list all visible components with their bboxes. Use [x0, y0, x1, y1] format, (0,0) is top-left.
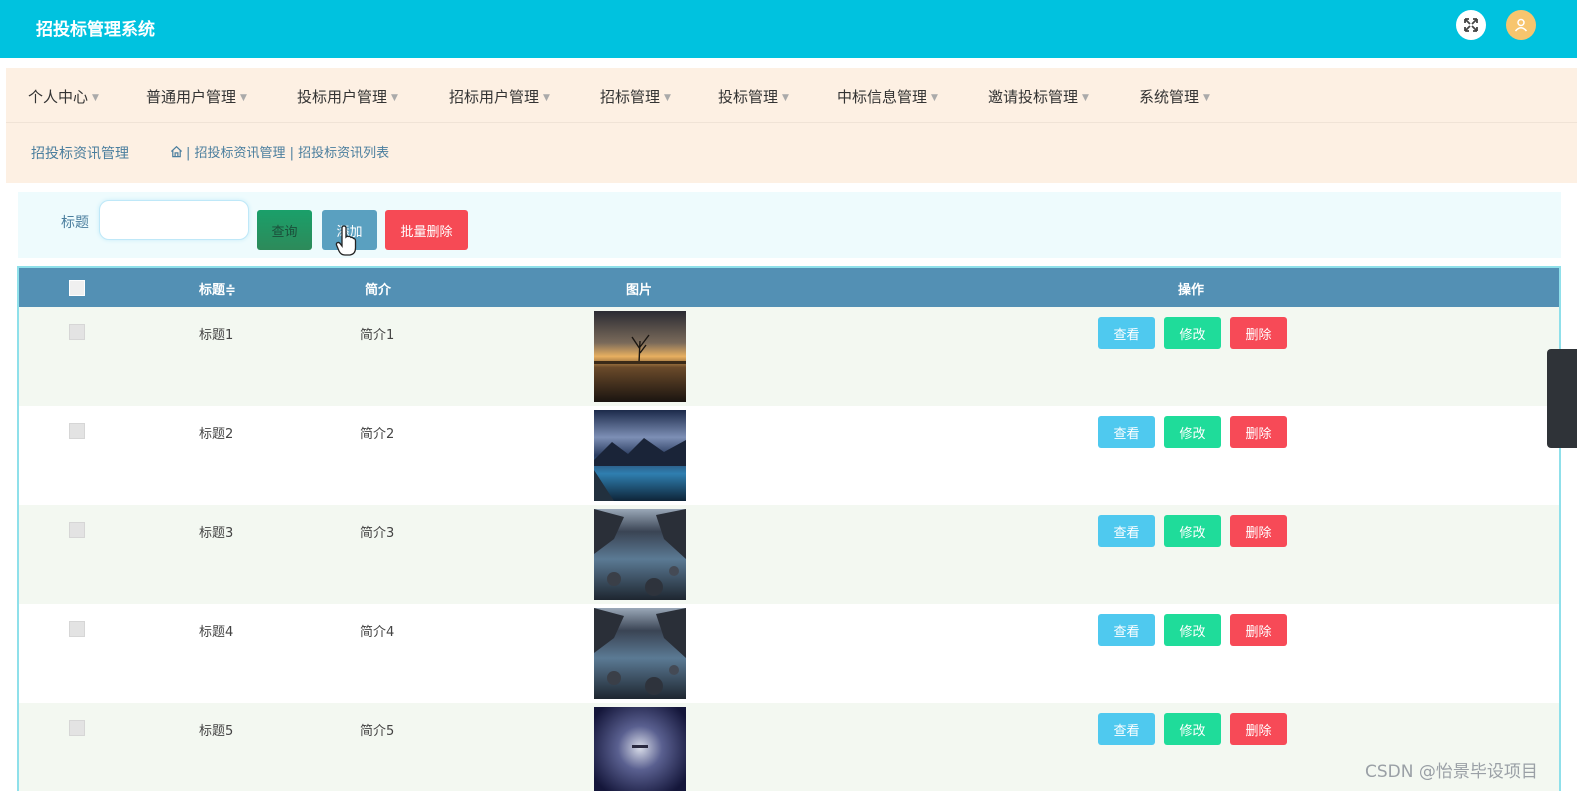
column-header-title[interactable]: 标题≑ [199, 279, 236, 298]
row-image-sunset-lake[interactable] [594, 311, 686, 402]
nav-system-manage[interactable]: 系统管理 ▼ [1139, 86, 1210, 107]
caret-down-icon: ▼ [664, 92, 671, 103]
main-nav: 个人中心 ▼ 普通用户管理 ▼ 投标用户管理 ▼ 招标用户管理 ▼ 招标管理 ▼ 投标管理… [6, 68, 1577, 123]
hand-cursor-icon [335, 225, 357, 256]
row-intro: 简介5 [360, 724, 395, 739]
row-checkbox[interactable] [69, 621, 85, 637]
query-button[interactable]: 查询 [257, 210, 312, 250]
row-intro: 简介2 [360, 427, 395, 442]
nav-tender-manage[interactable]: 招标管理 ▼ [600, 86, 671, 107]
nav-award-info-manage[interactable]: 中标信息管理 ▼ [837, 86, 938, 107]
caret-down-icon: ▼ [931, 92, 938, 103]
view-button[interactable]: 查看 [1098, 317, 1155, 349]
edit-button[interactable]: 修改 [1164, 416, 1221, 448]
row-image-night-sky[interactable] [594, 707, 686, 791]
table-row: 标题2 简介2 查看 修改 删除 [19, 406, 1559, 505]
edit-button[interactable]: 修改 [1164, 614, 1221, 646]
delete-button[interactable]: 删除 [1230, 317, 1287, 349]
breadcrumb-bar: 招投标资讯管理 | 招投标资讯管理 | 招投标资讯列表 [6, 123, 1577, 183]
app-title: 招投标管理系统 [36, 20, 155, 40]
view-button[interactable]: 查看 [1098, 713, 1155, 745]
nav-tenderer-user-manage[interactable]: 招标用户管理 ▼ [449, 86, 550, 107]
view-button[interactable]: 查看 [1098, 416, 1155, 448]
column-header-image: 图片 [626, 283, 653, 298]
breadcrumb: | 招投标资讯管理 | 招投标资讯列表 [170, 142, 389, 161]
caret-down-icon: ▼ [543, 92, 550, 103]
home-icon[interactable] [170, 145, 183, 158]
row-image-river-rocks[interactable] [594, 608, 686, 699]
caret-down-icon: ▼ [782, 92, 789, 103]
table-row: 标题4 简介4 查看 修改 删除 [19, 604, 1559, 703]
table-row: 标题5 简介5 查看 修改 删除 [19, 703, 1559, 791]
table-header: 标题≑ 简介 图片 操作 [19, 268, 1559, 307]
delete-button[interactable]: 删除 [1230, 416, 1287, 448]
nav-invite-bid-manage[interactable]: 邀请投标管理 ▼ [988, 86, 1089, 107]
row-checkbox[interactable] [69, 423, 85, 439]
caret-down-icon: ▼ [92, 92, 99, 103]
breadcrumb-path[interactable]: | 招投标资讯管理 | 招投标资讯列表 [186, 146, 389, 161]
row-checkbox[interactable] [69, 720, 85, 736]
column-header-intro: 简介 [365, 283, 392, 298]
select-all-checkbox[interactable] [69, 280, 85, 296]
row-title: 标题5 [199, 724, 234, 739]
news-table: 标题≑ 简介 图片 操作 标题1 简介1 查看 修改 删除 标题2 简介2 查看… [17, 266, 1561, 791]
row-image-mountain-lake[interactable] [594, 410, 686, 501]
row-checkbox[interactable] [69, 522, 85, 538]
row-intro: 简介4 [360, 625, 395, 640]
table-row: 标题3 简介3 查看 修改 删除 [19, 505, 1559, 604]
side-panel-toggle[interactable] [1547, 349, 1577, 448]
caret-down-icon: ▼ [240, 92, 247, 103]
row-title: 标题3 [199, 526, 234, 541]
search-panel: 标题 查询 添加 批量删除 [18, 192, 1561, 258]
nav-personal-center[interactable]: 个人中心 ▼ [28, 86, 99, 107]
search-title-label: 标题 [61, 215, 89, 231]
edit-button[interactable]: 修改 [1164, 713, 1221, 745]
column-header-actions: 操作 [1178, 283, 1205, 298]
batch-delete-button[interactable]: 批量删除 [385, 210, 468, 250]
user-avatar-icon[interactable] [1506, 10, 1536, 40]
delete-button[interactable]: 删除 [1230, 515, 1287, 547]
fullscreen-icon[interactable] [1456, 10, 1486, 40]
row-image-river-rocks[interactable] [594, 509, 686, 600]
watermark: CSDN @怡景毕设项目 [1365, 762, 1538, 782]
delete-button[interactable]: 删除 [1230, 713, 1287, 745]
page-title: 招投标资讯管理 [31, 146, 129, 162]
nav-bid-manage[interactable]: 投标管理 ▼ [718, 86, 789, 107]
edit-button[interactable]: 修改 [1164, 515, 1221, 547]
row-title: 标题4 [199, 625, 234, 640]
caret-down-icon: ▼ [1082, 92, 1089, 103]
delete-button[interactable]: 删除 [1230, 614, 1287, 646]
view-button[interactable]: 查看 [1098, 515, 1155, 547]
caret-down-icon: ▼ [1203, 92, 1210, 103]
row-title: 标题2 [199, 427, 234, 442]
row-checkbox[interactable] [69, 324, 85, 340]
top-header-bar: 招投标管理系统 [0, 0, 1577, 58]
row-intro: 简介3 [360, 526, 395, 541]
nav-bidder-user-manage[interactable]: 投标用户管理 ▼ [297, 86, 398, 107]
row-intro: 简介1 [360, 328, 395, 343]
edit-button[interactable]: 修改 [1164, 317, 1221, 349]
nav-normal-user-manage[interactable]: 普通用户管理 ▼ [146, 86, 247, 107]
table-row: 标题1 简介1 查看 修改 删除 [19, 307, 1559, 406]
row-title: 标题1 [199, 328, 234, 343]
view-button[interactable]: 查看 [1098, 614, 1155, 646]
search-title-input[interactable] [99, 200, 249, 240]
caret-down-icon: ▼ [391, 92, 398, 103]
